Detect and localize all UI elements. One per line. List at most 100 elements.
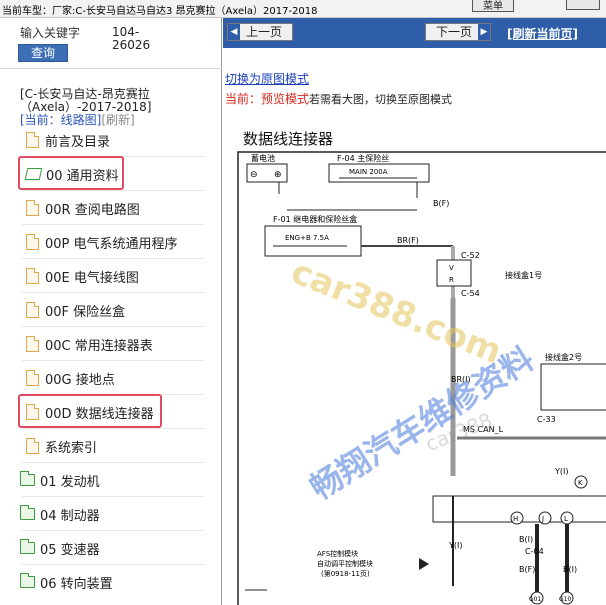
tree-separator	[22, 428, 204, 429]
tree-item-label: 00C 常用连接器表	[45, 338, 153, 354]
pin-v: V	[449, 264, 454, 272]
ground-g01: G01	[529, 596, 541, 603]
tree-separator	[22, 224, 204, 225]
tree-item-label: 04 制动器	[40, 508, 100, 524]
tree-item[interactable]: 04 制动器	[20, 502, 100, 526]
junction-box-2	[540, 363, 606, 411]
next-page-button[interactable]: 下一页 ▶	[425, 23, 491, 41]
tree-item-label: 系统索引	[45, 440, 98, 456]
wiring-diagram-svg: 蓄电池 ⊖ ⊕ F-04 主保险丝 MAIN 200A B(F) F-01 继电…	[237, 151, 606, 605]
folder-icon	[20, 471, 35, 486]
highlight-box	[18, 394, 162, 428]
mode-suffix: 若需看大图，切换至原图模式	[309, 93, 453, 106]
ms-can-label: MS CAN_L	[463, 425, 504, 434]
wire-label-b-1: B(I)	[519, 535, 533, 544]
tree-item-label: 00F 保险丝盒	[45, 304, 126, 320]
tree-separator	[22, 292, 204, 293]
tree-separator	[22, 462, 204, 463]
toolbar-button[interactable]	[566, 0, 600, 10]
tree-item-label: 00E 电气接线图	[45, 270, 139, 286]
tree-item-label: 00R 查阅电路图	[45, 202, 140, 218]
refresh-page-link[interactable]: [刷新当前页]	[507, 25, 578, 42]
junction-box-1-label: 接线盒1号	[505, 270, 542, 280]
menu-button[interactable]: 菜单	[472, 0, 514, 12]
car-model-title: [C-长安马自达-昂克赛拉 （Axela）-2017-2018] [当前：线路图…	[20, 88, 210, 127]
title-bar: 当前车型：厂家:C-长安马自达马自达3 昂克赛拉（Axela）2017-2018…	[0, 0, 606, 18]
connector-c52: C-52	[461, 251, 480, 260]
tree-separator	[22, 326, 204, 327]
auto-leveling-label: 自动调平控制模块	[317, 559, 373, 568]
tree-item-label: 06 转向装置	[40, 576, 113, 592]
arrow-left-icon: ◀	[228, 24, 240, 40]
afs-page-ref: (第0918-11页)	[321, 569, 370, 578]
tree-item[interactable]: 00P 电气系统通用程序	[26, 230, 178, 254]
code-line-2: 26026	[112, 38, 151, 52]
tree-item[interactable]: 00G 接地点	[26, 366, 115, 390]
file-icon	[26, 438, 39, 454]
main-fuse-id: F-04 主保险丝	[337, 153, 389, 163]
tree-item[interactable]: 00C 常用连接器表	[26, 332, 153, 356]
connector-c04: C-04	[525, 547, 544, 556]
folder-icon	[20, 573, 35, 588]
page-nav-bar: ◀ 上一页 下一页 ▶ [刷新当前页]	[223, 18, 606, 48]
junction-box-1	[436, 259, 472, 287]
pin-k: K	[578, 479, 583, 487]
reference-arrow-icon	[419, 558, 429, 570]
prev-page-label: 上一页	[246, 25, 283, 39]
battery-minus: ⊖	[250, 170, 258, 180]
wire-label-y: Y(I)	[554, 467, 569, 476]
highlight-box	[18, 156, 124, 190]
relay-fuse-box-id: F-01 继电器和保险丝盒	[273, 214, 357, 224]
file-icon	[26, 200, 39, 216]
wire-label-br-f: BR(F)	[397, 236, 419, 245]
pin-r: R	[449, 276, 454, 284]
mode-prefix: 当前：预览模式	[225, 92, 310, 106]
tree-item-label: 01 发动机	[40, 474, 100, 490]
tree-item[interactable]: 前言及目录	[26, 128, 110, 152]
pin-j-circle	[538, 511, 552, 525]
wiring-diagram: 蓄电池 ⊖ ⊕ F-04 主保险丝 MAIN 200A B(F) F-01 继电…	[237, 146, 606, 605]
afs-module-label: AFS控制模块	[317, 549, 358, 558]
file-icon	[26, 268, 39, 284]
tree-item[interactable]: 01 发动机	[20, 468, 100, 492]
search-button[interactable]: 查询	[18, 44, 68, 62]
file-icon	[26, 132, 39, 148]
prev-page-button[interactable]: ◀ 上一页	[227, 23, 293, 41]
connector-c33: C-33	[537, 415, 556, 424]
file-icon	[26, 336, 39, 352]
tree-separator	[22, 258, 204, 259]
divider	[0, 68, 222, 69]
file-icon	[26, 370, 39, 386]
tree-item[interactable]: 06 转向装置	[20, 570, 113, 594]
tree-item[interactable]: 00F 保险丝盒	[26, 298, 125, 322]
wire-label-b-2: B(I)	[563, 565, 577, 574]
file-icon	[26, 234, 39, 250]
folder-icon	[20, 505, 35, 520]
arrow-right-icon: ▶	[478, 24, 490, 40]
search-input[interactable]	[20, 24, 90, 42]
connector-c54: C-54	[461, 289, 480, 298]
vehicle-value: 厂家:C-长安马自达马自达3 昂克赛拉（Axela）2017-2018	[52, 6, 318, 17]
tree-item[interactable]: 05 变速器	[20, 536, 100, 560]
tree-item-label: 00P 电气系统通用程序	[45, 236, 178, 252]
current-view-link[interactable]: [当前：线路图]	[20, 113, 101, 127]
tree-item-label: 前言及目录	[45, 134, 111, 150]
switch-original-mode-link[interactable]: 切换为原图模式	[225, 70, 309, 87]
tree-item[interactable]: 系统索引	[26, 434, 97, 458]
battery-plus: ⊕	[274, 170, 282, 180]
tree-item[interactable]: 00R 查阅电路图	[26, 196, 140, 220]
content-panel: ◀ 上一页 下一页 ▶ [刷新当前页] 切换为原图模式 当前：预览模式若需看大图…	[223, 18, 606, 605]
preview-mode-notice: 当前：预览模式若需看大图，切换至原图模式	[225, 90, 452, 107]
pin-l: L	[564, 515, 568, 523]
tree-separator	[22, 564, 204, 565]
tree-item[interactable]: 00E 电气接线图	[26, 264, 139, 288]
left-panel: 查询 104- 26026 [C-长安马自达-昂克赛拉 （Axela）-2017…	[0, 18, 222, 605]
pin-j: J	[541, 515, 544, 523]
tree-separator	[22, 530, 204, 531]
file-icon	[26, 302, 39, 318]
relay-fuse-rating: ENG+B 7.5A	[285, 234, 329, 242]
wire-label-bf-2: B(F)	[519, 565, 535, 574]
pin-h: H	[513, 515, 518, 523]
refresh-link[interactable]: [刷新]	[101, 113, 134, 127]
junction-box-2-label: 接线盒2号	[545, 352, 582, 362]
